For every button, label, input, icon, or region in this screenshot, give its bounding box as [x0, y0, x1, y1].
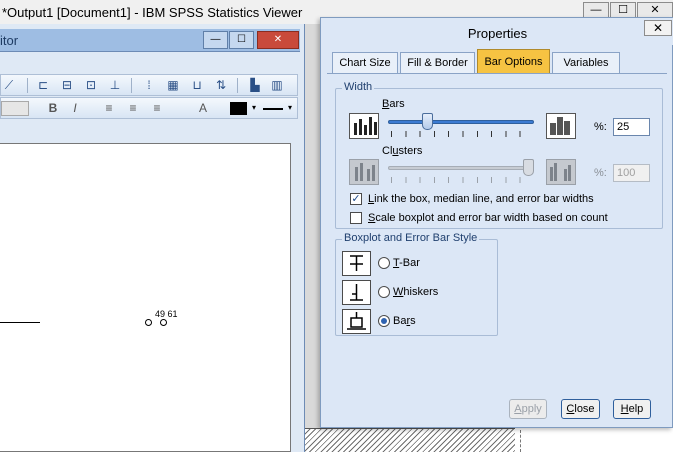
- show-data-table-icon[interactable]: ▦: [165, 78, 181, 92]
- whiskers-label: Whiskers: [393, 286, 439, 298]
- clusters-percent-label: %:: [594, 167, 607, 179]
- narrow-clusters-icon: [349, 159, 379, 185]
- link-widths-checkbox[interactable]: ✓: [350, 193, 362, 205]
- font-size-combo[interactable]: [1, 101, 29, 116]
- outlier-label: 49 61: [155, 309, 178, 319]
- t-bar-radio[interactable]: [378, 257, 390, 269]
- whiskers-style-icon: [342, 280, 371, 305]
- boxplot-style-group: Boxplot and Error Bar Style T-Bar Whiske…: [335, 232, 498, 336]
- width-group: Width Bars %: Clusters: [335, 81, 663, 229]
- show-title-icon[interactable]: ⊏: [35, 78, 51, 92]
- show-grid-lines-icon[interactable]: ⁞: [141, 78, 157, 92]
- tab-variables[interactable]: Variables: [552, 52, 620, 73]
- toolbar-separator: [237, 78, 238, 93]
- viewer-hatched-area: [305, 428, 515, 452]
- close-button[interactable]: Close: [561, 399, 600, 419]
- clustered-bars-icon[interactable]: ▥: [269, 78, 285, 92]
- toolbar-separator: [27, 78, 28, 93]
- chart-canvas[interactable]: 49 61: [0, 143, 291, 452]
- scale-boxplot-checkbox[interactable]: [350, 212, 362, 224]
- align-left-icon[interactable]: ≡: [101, 101, 117, 115]
- t-bar-label: T-Bar: [393, 257, 420, 269]
- narrow-bars-icon: [349, 113, 379, 139]
- properties-title: Properties: [467, 26, 528, 41]
- clusters-slider-track: [388, 166, 534, 170]
- bars-slider-ticks: [391, 131, 533, 137]
- width-group-legend: Width: [342, 81, 375, 93]
- bars-style-icon: [342, 309, 371, 334]
- transpose-chart-icon[interactable]: ⇅: [213, 78, 229, 92]
- t-bar-style-icon: [342, 251, 371, 276]
- bars-slider-thumb[interactable]: [421, 113, 433, 130]
- editor-minimize-button[interactable]: —: [203, 31, 228, 49]
- insert-textbox-icon[interactable]: ⊡: [83, 78, 99, 92]
- bars-percent-label: %:: [594, 121, 607, 133]
- clusters-percent-input: [613, 164, 650, 182]
- viewer-content-area: [520, 430, 673, 452]
- chart-editor-title: itor: [0, 33, 19, 48]
- clusters-slider-thumb: [523, 159, 534, 176]
- link-widths-label: Link the box, median line, and error bar…: [368, 193, 594, 205]
- scale-boxplot-label: Scale boxplot and error bar width based …: [368, 212, 608, 224]
- editor-toolbar-format: B I ≡ ≡ ≡ A ▾ ▾: [0, 97, 298, 119]
- bars-style-label: Bars: [393, 315, 416, 327]
- align-right-icon[interactable]: ≡: [149, 101, 165, 115]
- editor-maximize-button[interactable]: ☐: [229, 31, 254, 49]
- fill-color-swatch[interactable]: [230, 102, 247, 115]
- wide-bars-icon: [546, 113, 576, 139]
- add-fit-line-icon[interactable]: ⟋: [1, 78, 17, 92]
- clusters-slider-label: Clusters: [382, 145, 423, 157]
- editor-menubar: [0, 53, 300, 73]
- text-style-button[interactable]: A: [195, 101, 211, 115]
- editor-close-button[interactable]: ✕: [257, 31, 299, 49]
- line-style-dropdown-icon[interactable]: ▾: [282, 101, 298, 115]
- properties-titlebar: Properties ✕: [321, 18, 673, 45]
- viewer-title: *Output1 [Document1] - IBM SPSS Statisti…: [2, 5, 303, 20]
- bar-chart-type-icon[interactable]: ▙: [247, 78, 263, 92]
- bars-style-radio[interactable]: [378, 315, 390, 327]
- help-button[interactable]: Help: [613, 399, 651, 419]
- outlier-marker[interactable]: [145, 319, 152, 326]
- tab-bar-options[interactable]: Bar Options: [477, 49, 550, 73]
- editor-toolbar-elements: ⟋ ⊏ ⊟ ⊡ ⊥ ⁞ ▦ ⊔ ⇅ ▙ ▥: [0, 74, 298, 96]
- clusters-slider-ticks: [391, 177, 533, 183]
- line-style-icon[interactable]: [263, 108, 283, 110]
- tab-chart-size[interactable]: Chart Size: [332, 52, 398, 73]
- show-footnote-icon[interactable]: ⊥: [107, 78, 123, 92]
- apply-button[interactable]: Apply: [509, 399, 547, 419]
- show-legend-icon[interactable]: ⊟: [59, 78, 75, 92]
- bars-slider-label: Bars: [382, 98, 405, 110]
- chart-editor-window: itor — ☐ ✕ ⟋ ⊏ ⊟ ⊡ ⊥ ⁞ ▦ ⊔ ⇅ ▙ ▥ B I ≡ ≡…: [0, 24, 305, 452]
- whiskers-radio[interactable]: [378, 286, 390, 298]
- chart-editor-titlebar: itor — ☐ ✕: [0, 29, 300, 52]
- bar-options-panel: Width Bars %: Clusters: [327, 73, 667, 421]
- show-data-labels-icon[interactable]: ⊔: [189, 78, 205, 92]
- bars-slider-track[interactable]: [388, 120, 534, 124]
- properties-dialog: Properties ✕ Chart Size Fill & Border Ba…: [320, 17, 673, 428]
- properties-close-button[interactable]: ✕: [644, 20, 672, 36]
- toolbar-separator: [131, 78, 132, 93]
- bold-button[interactable]: B: [45, 101, 61, 115]
- boxplot-style-legend: Boxplot and Error Bar Style: [342, 232, 480, 244]
- whisker-line: [0, 322, 40, 323]
- fill-color-dropdown-icon[interactable]: ▾: [246, 101, 262, 115]
- italic-button[interactable]: I: [67, 101, 83, 115]
- align-center-icon[interactable]: ≡: [125, 101, 141, 115]
- outlier-marker[interactable]: [160, 319, 167, 326]
- tab-fill-border[interactable]: Fill & Border: [400, 52, 475, 73]
- wide-clusters-icon: [546, 159, 576, 185]
- bars-percent-input[interactable]: [613, 118, 650, 136]
